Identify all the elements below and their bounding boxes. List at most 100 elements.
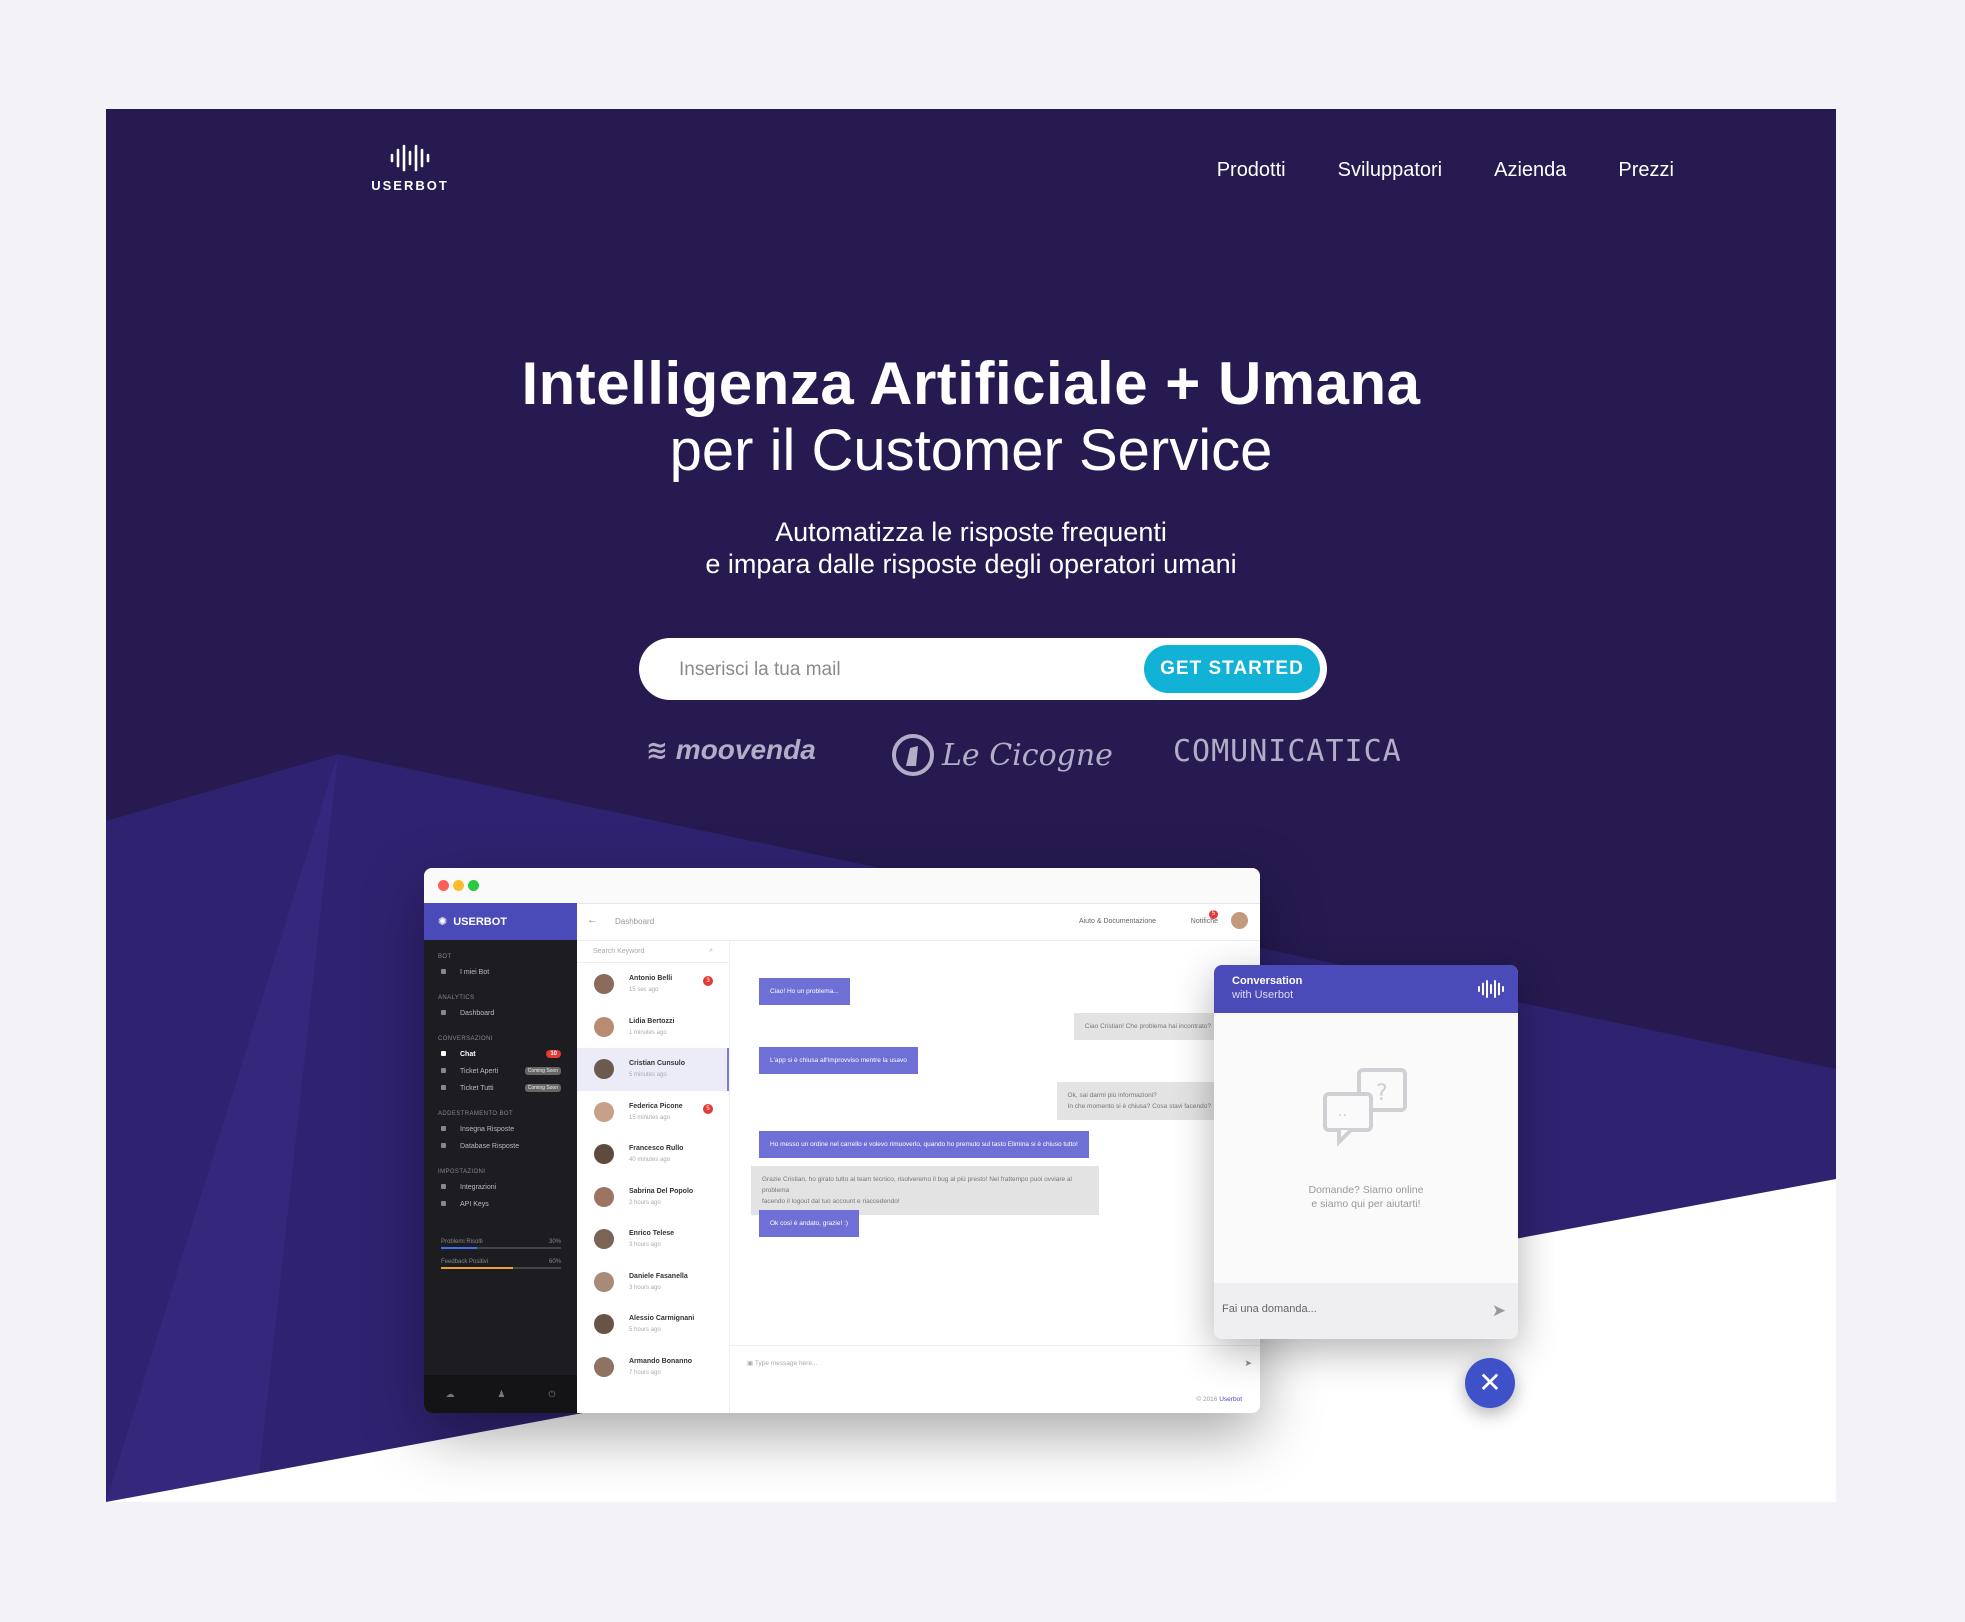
contact-item[interactable]: Armando Bonanno 7 hours ago xyxy=(577,1346,729,1389)
sidebar-item-chat[interactable]: Chat 10 xyxy=(424,1046,577,1063)
hero-section: USERBOT Prodotti Sviluppatori Azienda Pr… xyxy=(106,109,1836,1502)
coming-soon-tag: Coming Soon xyxy=(524,1067,561,1075)
chat-count-badge: 10 xyxy=(546,1050,561,1058)
contact-name: Alessio Carmignani xyxy=(629,1315,695,1322)
avatar xyxy=(594,1314,614,1334)
camera-icon[interactable]: ▣ xyxy=(747,1360,753,1367)
sidebar-item-ticket-aperti[interactable]: Ticket Aperti Coming Soon xyxy=(424,1063,577,1080)
sidebar-section-title: ANALYTICS xyxy=(438,995,475,1001)
sidebar-section-title: CONVERSAZIONI xyxy=(438,1036,493,1042)
unread-badge: 5 xyxy=(703,1103,713,1114)
brain-icon: ✺ xyxy=(438,916,448,928)
power-icon[interactable]: ⏻ xyxy=(548,1389,555,1400)
app-mockup: ✺ USERBOT BOT I miei Bot ANALYTICS Dashb… xyxy=(424,868,1260,1413)
nav-link-azienda[interactable]: Azienda xyxy=(1494,159,1566,182)
widget-body: ? .. Domande? Siamo online e siamo qui p… xyxy=(1214,1013,1518,1283)
help-link[interactable]: Aiuto & Documentazione xyxy=(1079,918,1156,925)
contact-item[interactable]: Daniele Fasanella 3 hours ago xyxy=(577,1261,729,1304)
waveform-logo-icon xyxy=(390,144,430,172)
sidebar-item-integrazioni[interactable]: Integrazioni xyxy=(424,1179,577,1196)
avatar xyxy=(594,1229,614,1249)
coming-soon-tag: Coming Soon xyxy=(524,1084,561,1092)
chat-message-user: L'app si è chiusa all'improvviso mentre … xyxy=(759,1047,918,1074)
sidebar-item-database-risposte[interactable]: Database Risposte xyxy=(424,1138,577,1155)
contact-item[interactable]: Alessio Carmignani 5 hours ago xyxy=(577,1303,729,1346)
stork-icon xyxy=(892,734,934,776)
contact-item[interactable]: Cristian Cunsulo 5 minutes ago xyxy=(577,1048,729,1091)
contact-time: 7 hours ago xyxy=(629,1369,661,1376)
speech-bubbles-icon: ? .. xyxy=(1323,1068,1407,1147)
sidebar-item-api-keys[interactable]: API Keys xyxy=(424,1196,577,1213)
notifications-link[interactable]: Notifiche xyxy=(1191,918,1218,925)
contact-item[interactable]: Antonio Belli 15 sec ago 3 xyxy=(577,963,729,1006)
user-icon[interactable]: ♟ xyxy=(497,1389,505,1400)
hero-subtitle: Automatizza le risposte frequenti xyxy=(775,517,1167,547)
chat-message-user: Ho messo un ordine nel carrello e volevo… xyxy=(759,1131,1089,1158)
email-input[interactable] xyxy=(677,652,1121,688)
contact-item[interactable]: Enrico Telese 3 hours ago xyxy=(577,1218,729,1261)
minimize-dot-icon[interactable] xyxy=(453,880,464,891)
widget-question-input[interactable] xyxy=(1220,1302,1464,1316)
cloud-icon[interactable]: ☁ xyxy=(445,1389,454,1400)
contact-item[interactable]: Francesco Rullo 40 minutes ago xyxy=(577,1133,729,1176)
chat-message-input[interactable]: ▣ Type message here... ➤ xyxy=(729,1345,1260,1379)
chat-widget: Conversation with Userbot ? .. Domande? … xyxy=(1214,965,1518,1339)
search-input[interactable]: Search Keyword ⌕ xyxy=(577,941,729,963)
contact-item[interactable]: Federica Picone 15 minutes ago 5 xyxy=(577,1091,729,1134)
app-topbar: ← Dashboard Aiuto & Documentazione Notif… xyxy=(577,903,1260,941)
nav-link-prodotti[interactable]: Prodotti xyxy=(1217,159,1286,182)
contact-name: Cristian Cunsulo xyxy=(629,1060,686,1067)
contact-item[interactable]: Sabrina Del Popolo 2 hours ago xyxy=(577,1176,729,1219)
stat-problemi-risolti: Problemi Risolti 30% xyxy=(441,1239,561,1245)
avatar xyxy=(594,1101,614,1122)
app-brand[interactable]: ✺ USERBOT xyxy=(424,903,577,940)
avatar xyxy=(594,1186,614,1207)
sidebar-footer: ☁ ♟ ⏻ xyxy=(424,1375,577,1413)
graduation-cap-icon xyxy=(441,1126,446,1131)
hero-title: Intelligenza Artificiale + Umana xyxy=(521,350,1421,417)
contact-name: Daniele Fasanella xyxy=(629,1272,688,1280)
sidebar-item-ticket-tutti[interactable]: Ticket Tutti Coming Soon xyxy=(424,1080,577,1097)
contact-time: 15 sec ago xyxy=(629,987,659,993)
contact-time: 2 hours ago xyxy=(629,1199,661,1206)
get-started-button[interactable]: GET STARTED xyxy=(1144,645,1320,693)
sidebar-section-title: BOT xyxy=(438,954,452,960)
nav-link-sviluppatori[interactable]: Sviluppatori xyxy=(1338,159,1443,182)
contact-item[interactable]: Lidia Bertozzi 1 minutes ago xyxy=(577,1006,729,1049)
contact-name: Francesco Rullo xyxy=(629,1145,684,1152)
send-icon[interactable]: ➤ xyxy=(1244,1358,1252,1369)
avatar xyxy=(594,1356,614,1377)
svg-text:..: .. xyxy=(1338,1104,1347,1120)
hero-title-line2: per il Customer Service xyxy=(669,418,1273,483)
back-arrow-icon[interactable]: ← xyxy=(587,914,598,926)
app-sidebar: ✺ USERBOT BOT I miei Bot ANALYTICS Dashb… xyxy=(424,903,577,1413)
brand-logo[interactable]: USERBOT xyxy=(370,143,450,195)
main-nav: Prodotti Sviluppatori Azienda Prezzi xyxy=(1217,159,1674,182)
notification-count-badge: 5 xyxy=(1209,910,1218,919)
maximize-dot-icon[interactable] xyxy=(468,880,479,891)
chat-panel: Ciao! Ho un problema... Ciao Cristian! C… xyxy=(729,941,1260,1413)
chat-message-agent: Grazie Cristian, ho girato tutto al team… xyxy=(751,1166,1099,1215)
search-icon: ⌕ xyxy=(709,947,713,954)
sidebar-section-title: ADDESTRAMENTO BOT xyxy=(438,1111,514,1117)
avatar[interactable] xyxy=(1231,912,1248,929)
ticket-icon xyxy=(441,1085,446,1090)
chat-message-user: Ciao! Ho un problema... xyxy=(759,978,850,1005)
sidebar-item-insegna-risposte[interactable]: Insegna Risposte xyxy=(424,1121,577,1138)
window-titlebar xyxy=(424,868,1260,904)
dashboard-icon xyxy=(441,1010,446,1015)
close-widget-button[interactable]: ✕ xyxy=(1465,1358,1515,1408)
sidebar-item-dashboard[interactable]: Dashboard xyxy=(424,1005,577,1022)
signup-form: GET STARTED xyxy=(639,638,1327,700)
stat-bar-fill xyxy=(441,1267,513,1269)
contact-time: 40 minutes ago xyxy=(629,1157,671,1163)
nav-link-prezzi[interactable]: Prezzi xyxy=(1618,159,1674,182)
contact-time: 5 hours ago xyxy=(629,1327,661,1333)
send-icon[interactable]: ➤ xyxy=(1492,1301,1506,1321)
breadcrumb[interactable]: Dashboard xyxy=(615,917,654,926)
avatar xyxy=(594,1271,614,1292)
client-logo-lecicogne: Le Cicogne xyxy=(892,734,1113,776)
widget-footer: ➤ xyxy=(1214,1283,1518,1339)
sidebar-item-miei-bot[interactable]: I miei Bot xyxy=(424,964,577,981)
close-dot-icon[interactable] xyxy=(438,880,449,891)
